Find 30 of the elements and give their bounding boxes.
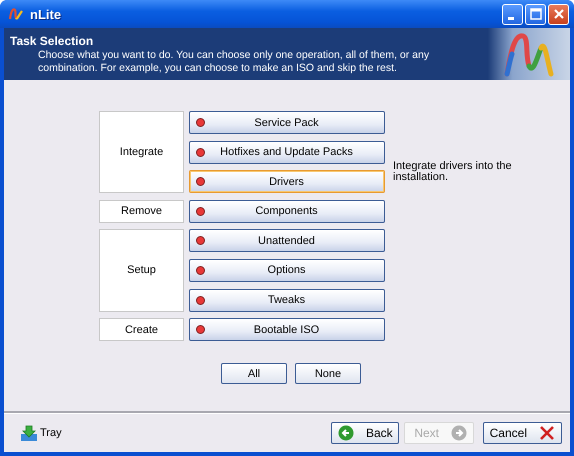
tray-button[interactable]: Tray xyxy=(20,424,331,442)
maximize-button[interactable] xyxy=(525,4,546,24)
task-button[interactable]: Hotfixes and Update Packs xyxy=(189,140,385,164)
task-button[interactable]: Tweaks xyxy=(189,288,385,312)
back-button[interactable]: Back xyxy=(331,422,399,444)
close-icon xyxy=(539,425,555,441)
window-title: nLite xyxy=(30,6,62,22)
task-description: Integrate drivers into the installation. xyxy=(392,161,513,184)
cancel-button[interactable]: Cancel xyxy=(483,422,562,444)
selection-button[interactable]: None xyxy=(295,363,361,384)
minimize-button[interactable] xyxy=(502,4,523,24)
group-label: Remove xyxy=(99,200,184,223)
group-label: Integrate xyxy=(99,111,184,194)
app-logo-icon xyxy=(8,7,24,21)
section-description: Choose what you want to do. You can choose only one operation, all of them, or any combination. For example, you can choose to make an ISO and skip the rest. xyxy=(37,49,430,75)
task-button[interactable]: Components xyxy=(189,200,385,223)
task-button[interactable]: Options xyxy=(189,258,385,282)
close-button[interactable] xyxy=(548,4,569,24)
task-button[interactable]: Unattended xyxy=(189,229,385,252)
group-label: Create xyxy=(99,318,184,342)
minimize-icon xyxy=(508,16,514,20)
task-button[interactable]: Drivers xyxy=(189,170,385,194)
section-title: Task Selection xyxy=(10,34,94,48)
download-icon xyxy=(20,424,38,442)
maximize-icon xyxy=(530,8,542,20)
selection-button[interactable]: All xyxy=(221,363,287,384)
close-icon xyxy=(552,8,564,20)
group-label: Setup xyxy=(99,229,184,312)
task-button[interactable]: Bootable ISO xyxy=(189,318,385,342)
task-button[interactable]: Service Pack xyxy=(189,111,385,134)
